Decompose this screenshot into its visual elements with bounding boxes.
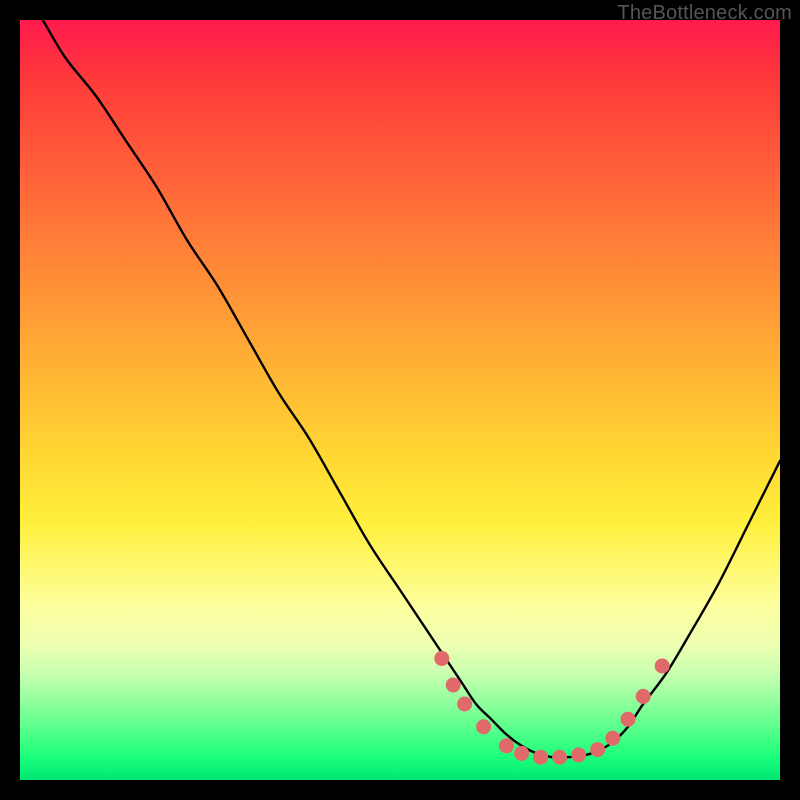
bottom-noise xyxy=(22,771,778,780)
data-point xyxy=(552,750,567,765)
data-point xyxy=(621,712,636,727)
data-point xyxy=(476,719,491,734)
data-point xyxy=(434,651,449,666)
chart-area xyxy=(20,20,780,780)
data-point xyxy=(636,689,651,704)
curve-dots xyxy=(434,651,669,765)
data-point xyxy=(514,746,529,761)
data-point xyxy=(655,659,670,674)
data-point xyxy=(571,747,586,762)
data-point xyxy=(590,742,605,757)
data-point xyxy=(457,697,472,712)
data-point xyxy=(499,738,514,753)
bottleneck-curve xyxy=(20,20,780,780)
watermark-text: TheBottleneck.com xyxy=(617,2,792,25)
curve-path xyxy=(20,0,780,758)
data-point xyxy=(446,678,461,693)
data-point xyxy=(605,731,620,746)
data-point xyxy=(533,750,548,765)
